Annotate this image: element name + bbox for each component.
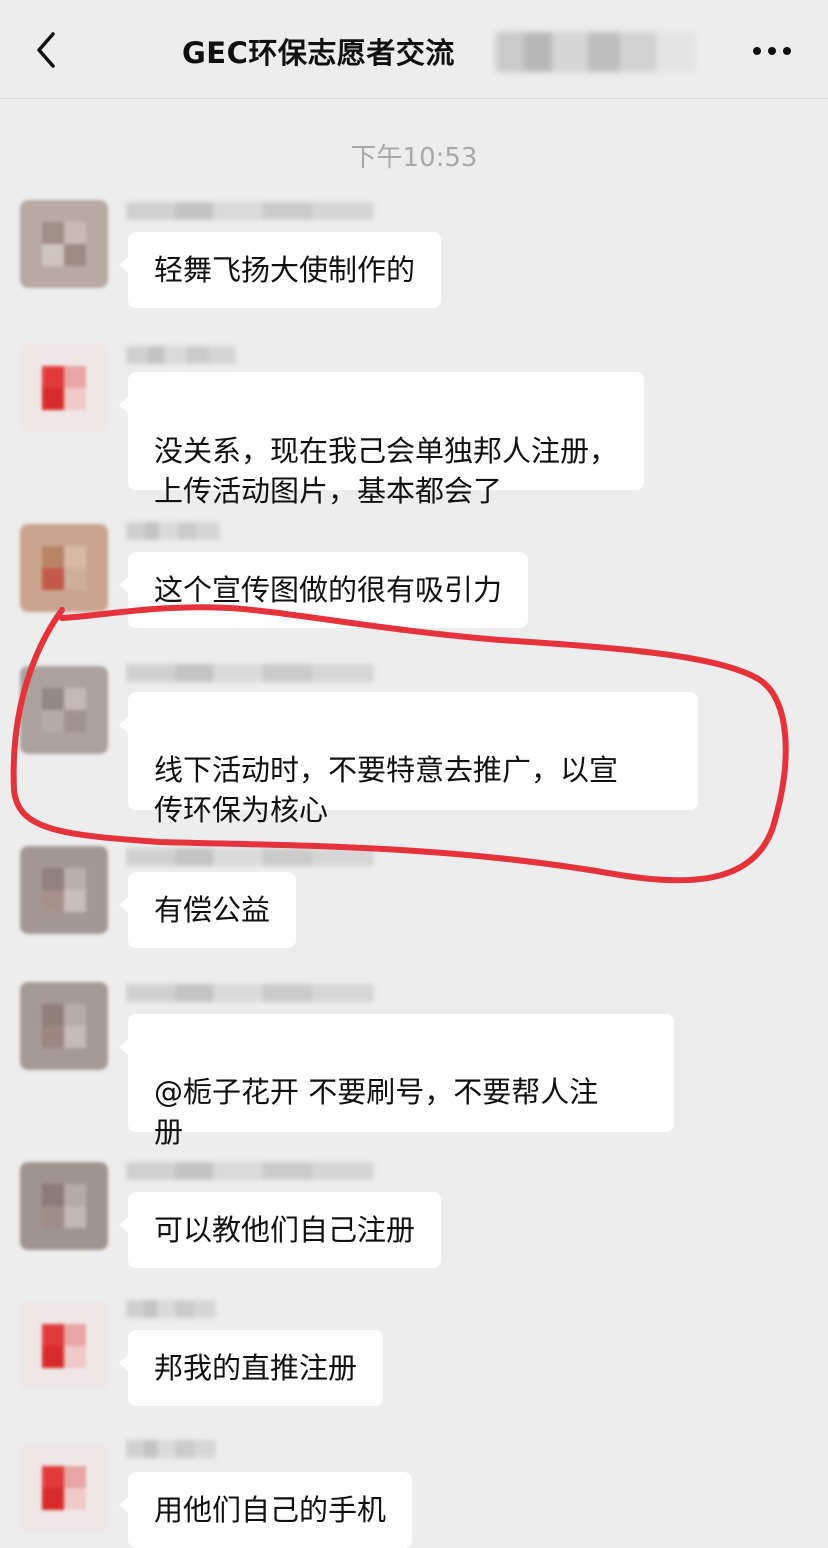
message-text: 轻舞飞扬大使制作的 bbox=[154, 253, 416, 287]
message-bubble[interactable]: @栀子花开 不要刷号，不要帮人注 册 bbox=[119, 1014, 674, 1149]
avatar[interactable] bbox=[20, 200, 108, 288]
message-bubble[interactable]: 有偿公益 bbox=[118, 872, 297, 948]
message-text: 可以教他们自己注册 bbox=[154, 1213, 416, 1247]
message-text: @栀子花开 不要刷号，不要帮人注 册 bbox=[154, 1075, 599, 1149]
sender-name-redacted bbox=[126, 1440, 216, 1458]
message-text: 用他们自己的手机 bbox=[154, 1493, 387, 1527]
message-text: 有偿公益 bbox=[154, 893, 271, 927]
avatar[interactable] bbox=[20, 1444, 108, 1532]
avatar[interactable] bbox=[20, 1302, 108, 1390]
message-bubble[interactable]: 邦我的直推注册 bbox=[118, 1330, 384, 1406]
message-bubble[interactable]: 可以教他们自己注册 bbox=[118, 1192, 442, 1268]
message-bubble[interactable]: 线下活动时，不要特意去推广，以宣 传环保为核心 bbox=[119, 692, 698, 827]
sender-name-redacted bbox=[126, 522, 220, 540]
more-button[interactable] bbox=[744, 36, 800, 66]
avatar[interactable] bbox=[20, 982, 108, 1070]
title-redacted-region bbox=[496, 32, 696, 72]
message-text: 没关系，现在我己会单独邦人注册， 上传活动图片，基本都会了 bbox=[154, 434, 619, 508]
sender-name-redacted bbox=[126, 1300, 216, 1318]
back-button[interactable] bbox=[22, 26, 70, 74]
message-bubble[interactable]: 用他们自己的手机 bbox=[118, 1472, 413, 1548]
message-text: 这个宣传图做的很有吸引力 bbox=[154, 573, 503, 607]
avatar[interactable] bbox=[20, 846, 108, 934]
avatar[interactable] bbox=[20, 344, 108, 432]
sender-name-redacted bbox=[126, 1162, 374, 1180]
sender-name-redacted bbox=[126, 848, 374, 866]
message-bubble[interactable]: 轻舞飞扬大使制作的 bbox=[118, 232, 442, 308]
chevron-left-icon bbox=[37, 32, 55, 68]
sender-name-redacted bbox=[126, 202, 374, 220]
message-bubble[interactable]: 这个宣传图做的很有吸引力 bbox=[118, 552, 529, 628]
chat-header: GEC环保志愿者交流 bbox=[0, 0, 828, 99]
avatar[interactable] bbox=[20, 666, 108, 754]
avatar[interactable] bbox=[20, 524, 108, 612]
message-text: 邦我的直推注册 bbox=[154, 1351, 358, 1385]
sender-name-redacted bbox=[126, 346, 236, 364]
more-dots-icon bbox=[753, 47, 791, 55]
avatar[interactable] bbox=[20, 1162, 108, 1250]
message-bubble[interactable]: 没关系，现在我己会单独邦人注册， 上传活动图片，基本都会了 bbox=[118, 372, 645, 508]
message-timestamp: 下午10:53 bbox=[350, 143, 478, 173]
chat-title: GEC环保志愿者交流 bbox=[182, 36, 455, 70]
sender-name-redacted bbox=[126, 664, 374, 682]
sender-name-redacted bbox=[126, 984, 374, 1002]
message-text: 线下活动时，不要特意去推广，以宣 传环保为核心 bbox=[154, 753, 619, 827]
